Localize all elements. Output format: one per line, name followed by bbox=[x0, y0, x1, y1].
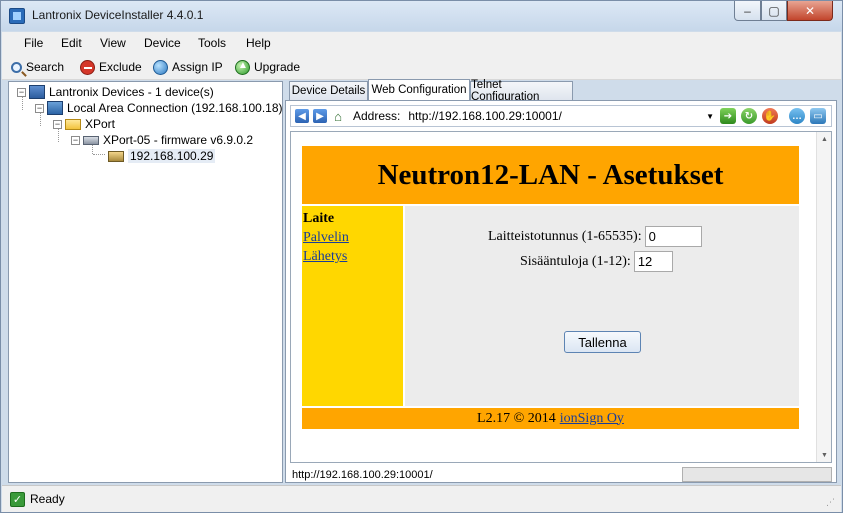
forward-arrow-icon[interactable]: ▶ bbox=[313, 109, 327, 123]
search-button[interactable]: Search bbox=[11, 58, 64, 76]
go-arrow-icon[interactable]: ➔ bbox=[720, 108, 736, 124]
maximize-button[interactable]: ▢ bbox=[761, 1, 787, 21]
upgrade-icon bbox=[235, 59, 250, 75]
scroll-up-icon[interactable]: ▲ bbox=[817, 132, 831, 146]
search-icon bbox=[11, 61, 22, 73]
menu-edit[interactable]: Edit bbox=[61, 36, 82, 50]
inputs-label: Sisääntuloja (1-12): bbox=[520, 253, 631, 269]
collapse-icon[interactable]: − bbox=[71, 135, 80, 145]
screen-icon[interactable]: ▭ bbox=[810, 108, 826, 124]
upgrade-button[interactable]: Upgrade bbox=[235, 58, 300, 76]
menu-view[interactable]: View bbox=[100, 36, 126, 50]
close-icon: ✕ bbox=[804, 3, 816, 18]
assign-ip-button[interactable]: Assign IP bbox=[153, 58, 223, 76]
upgrade-label: Upgrade bbox=[254, 60, 301, 74]
menu-bar: File Edit View Device Tools Help bbox=[2, 32, 841, 53]
address-bar: ◀ ▶ ⌂ Address: http://192.168.100.29:100… bbox=[290, 105, 832, 127]
collapse-icon[interactable]: − bbox=[17, 87, 26, 97]
tree-label: XPort-05 - firmware v6.9.0.2 bbox=[103, 133, 254, 147]
nav-link-palvelin[interactable]: Palvelin bbox=[303, 228, 403, 247]
close-button[interactable]: ✕ bbox=[787, 1, 833, 21]
exclude-button[interactable]: Exclude bbox=[80, 58, 142, 76]
inputs-count-input[interactable] bbox=[633, 251, 673, 272]
footer-link[interactable]: ionSign Oy bbox=[560, 411, 624, 427]
devices-icon bbox=[29, 85, 45, 99]
browser-status-bar: http://192.168.100.29:10001/ bbox=[290, 467, 832, 482]
tab-telnet-configuration[interactable]: Telnet Configuration bbox=[470, 79, 573, 103]
maximize-icon: ▢ bbox=[768, 3, 780, 18]
xport-module-icon bbox=[83, 135, 99, 145]
details-tabs: Device Details Web Configuration Telnet … bbox=[285, 79, 837, 483]
title-bar: Lantronix DeviceInstaller 4.4.0.1 ‒ ▢ ✕ bbox=[1, 1, 842, 31]
web-browser-view[interactable]: Neutron12-LAN - Asetukset Laite Palvelin… bbox=[290, 131, 832, 463]
inputs-row: Sisääntuloja (1-12): bbox=[520, 251, 673, 272]
toolbar: Search Exclude Assign IP Upgrade bbox=[2, 53, 841, 80]
nav-link-lahetys[interactable]: Lähetys bbox=[303, 247, 403, 266]
assign-ip-label: Assign IP bbox=[172, 60, 223, 74]
device-web-page: Neutron12-LAN - Asetukset Laite Palvelin… bbox=[302, 146, 799, 429]
search-label: Search bbox=[26, 60, 65, 74]
device-icon bbox=[108, 150, 124, 162]
tree-node-root[interactable]: − Lantronix Devices - 1 device(s) bbox=[17, 84, 214, 100]
folder-icon bbox=[65, 118, 81, 130]
device-id-row: Laitteistotunnus (1-65535): bbox=[488, 226, 702, 247]
tree-label: Local Area Connection (192.168.100.18) bbox=[67, 101, 283, 115]
nav-current-laite: Laite bbox=[303, 211, 335, 226]
app-window: Lantronix DeviceInstaller 4.4.0.1 ‒ ▢ ✕ … bbox=[0, 0, 843, 513]
web-configuration-panel: ◀ ▶ ⌂ Address: http://192.168.100.29:100… bbox=[285, 100, 837, 483]
footer-text: L2.17 © 2014 bbox=[477, 410, 556, 426]
tree-node-device[interactable]: 192.168.100.29 bbox=[108, 148, 216, 164]
stop-icon[interactable]: ✋ bbox=[762, 108, 778, 124]
refresh-icon[interactable]: ↻ bbox=[741, 108, 757, 124]
tree-label: 192.168.100.29 bbox=[128, 149, 216, 163]
chat-bubble-icon[interactable]: … bbox=[789, 108, 805, 124]
menu-tools[interactable]: Tools bbox=[198, 36, 226, 50]
network-icon bbox=[47, 101, 63, 115]
tree-node-lan[interactable]: − Local Area Connection (192.168.100.18) bbox=[35, 100, 283, 116]
window-title: Lantronix DeviceInstaller 4.4.0.1 bbox=[32, 8, 204, 22]
back-arrow-icon[interactable]: ◀ bbox=[295, 109, 309, 123]
vertical-scrollbar[interactable]: ▲ ▼ bbox=[816, 132, 831, 462]
resize-grip-icon[interactable]: ⋰ bbox=[826, 497, 835, 508]
tree-node-xport-model[interactable]: − XPort-05 - firmware v6.9.0.2 bbox=[71, 132, 253, 148]
device-id-input[interactable] bbox=[644, 226, 702, 247]
tab-web-configuration[interactable]: Web Configuration bbox=[368, 79, 470, 100]
status-bar: ✓ Ready ⋰ bbox=[2, 485, 841, 512]
minimize-icon: ‒ bbox=[744, 3, 751, 18]
app-icon bbox=[9, 8, 25, 24]
tree-label: XPort bbox=[85, 117, 116, 131]
page-footer: L2.17 © 2014 ionSign Oy bbox=[302, 408, 799, 429]
menu-help[interactable]: Help bbox=[246, 36, 271, 50]
menu-device[interactable]: Device bbox=[144, 36, 181, 50]
globe-icon bbox=[153, 59, 168, 75]
scroll-down-icon[interactable]: ▼ bbox=[817, 448, 831, 462]
page-title: Neutron12-LAN - Asetukset bbox=[302, 146, 799, 204]
settings-form: Laitteistotunnus (1-65535): Sisääntuloja… bbox=[405, 206, 799, 406]
tab-device-details[interactable]: Device Details bbox=[289, 81, 368, 100]
tree-label: Lantronix Devices - 1 device(s) bbox=[49, 85, 214, 99]
side-navigation: Laite Palvelin Lähetys bbox=[302, 206, 403, 406]
device-id-label: Laitteistotunnus (1-65535): bbox=[488, 228, 642, 244]
progress-bar bbox=[682, 467, 832, 482]
exclude-label: Exclude bbox=[99, 60, 142, 74]
device-tree[interactable]: − Lantronix Devices - 1 device(s) − Loca… bbox=[8, 81, 283, 483]
save-button[interactable]: Tallenna bbox=[564, 331, 641, 353]
exclude-icon bbox=[80, 59, 95, 75]
tree-node-xport-folder[interactable]: − XPort bbox=[53, 116, 115, 132]
home-icon[interactable]: ⌂ bbox=[331, 109, 345, 124]
checkmark-icon: ✓ bbox=[10, 491, 25, 507]
browser-status-url: http://192.168.100.29:10001/ bbox=[292, 468, 433, 481]
collapse-icon[interactable]: − bbox=[35, 103, 44, 113]
chevron-down-icon[interactable]: ▼ bbox=[706, 112, 714, 121]
address-label: Address: bbox=[353, 109, 401, 123]
minimize-button[interactable]: ‒ bbox=[734, 1, 761, 21]
menu-file[interactable]: File bbox=[24, 36, 43, 50]
collapse-icon[interactable]: − bbox=[53, 119, 62, 129]
status-text: Ready bbox=[30, 492, 65, 506]
address-input[interactable]: http://192.168.100.29:10001/ bbox=[408, 109, 706, 123]
